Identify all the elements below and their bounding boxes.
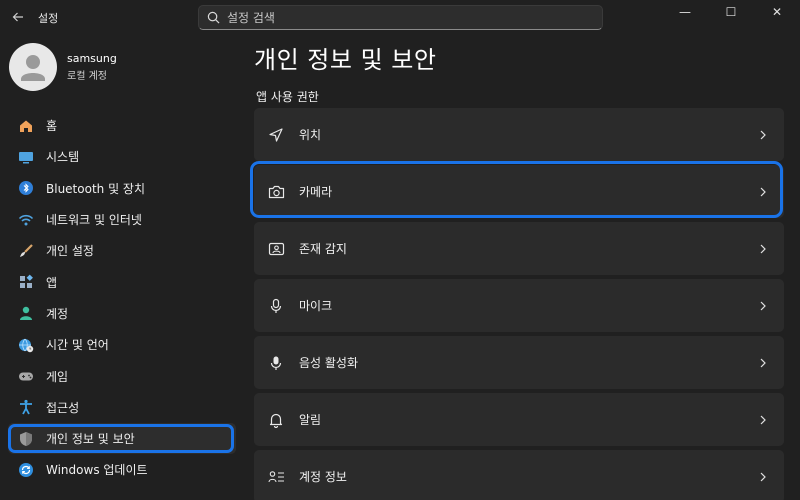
sync-icon <box>18 462 34 478</box>
app-title: 설정 <box>38 12 59 25</box>
row-label: 음성 활성화 <box>299 356 359 370</box>
presence-icon <box>267 240 285 258</box>
row-voice-activation[interactable]: 음성 활성화 <box>254 336 784 389</box>
row-account-info[interactable]: 계정 정보 <box>254 450 784 500</box>
sidebar-item-label: 시간 및 언어 <box>46 338 109 353</box>
sidebar-item-personalization[interactable]: 개인 설정 <box>8 235 236 266</box>
minimize-button[interactable]: — <box>662 0 708 24</box>
sidebar-item-accessibility[interactable]: 접근성 <box>8 392 236 423</box>
chevron-right-icon <box>758 244 768 254</box>
wifi-icon <box>18 212 34 228</box>
sidebar-item-label: 앱 <box>46 275 58 290</box>
close-button[interactable]: ✕ <box>754 0 800 24</box>
gamepad-icon <box>18 368 34 384</box>
row-microphone[interactable]: 마이크 <box>254 279 784 332</box>
sidebar-item-network[interactable]: 네트워크 및 인터넷 <box>8 204 236 235</box>
page-title: 개인 정보 및 보안 <box>254 46 437 74</box>
title-bar: 설정 — ☐ ✕ <box>0 0 800 34</box>
sidebar-item-label: 네트워크 및 인터넷 <box>46 213 142 228</box>
back-button[interactable] <box>8 7 28 27</box>
avatar <box>9 43 57 91</box>
account-info-icon <box>267 468 285 486</box>
brush-icon <box>18 243 34 259</box>
maximize-button[interactable]: ☐ <box>708 0 754 24</box>
person-avatar-icon <box>21 55 45 81</box>
chevron-right-icon <box>758 301 768 311</box>
person-icon <box>18 305 34 321</box>
sidebar-item-accounts[interactable]: 계정 <box>8 298 236 329</box>
chevron-right-icon <box>758 358 768 368</box>
home-icon <box>18 118 34 134</box>
sidebar-item-label: 홈 <box>46 119 58 134</box>
apps-icon <box>18 274 34 290</box>
camera-focus-highlight <box>250 161 783 218</box>
sidebar-item-label: 개인 설정 <box>46 244 94 259</box>
sidebar-item-label: 게임 <box>46 369 69 384</box>
chevron-right-icon <box>758 472 768 482</box>
globe-clock-icon <box>18 337 34 353</box>
microphone-icon <box>267 297 285 315</box>
user-profile[interactable]: samsung 로컬 계정 <box>9 43 117 91</box>
back-arrow-icon <box>12 12 23 22</box>
section-title: 앱 사용 권한 <box>256 90 319 104</box>
sidebar-item-time-language[interactable]: 시간 및 언어 <box>8 329 236 360</box>
sidebar-item-label: 시스템 <box>46 150 80 165</box>
row-label: 존재 감지 <box>299 242 347 256</box>
sidebar-item-label: 접근성 <box>46 400 80 415</box>
search-icon <box>207 11 220 24</box>
location-arrow-icon <box>267 126 285 144</box>
row-presence-sensing[interactable]: 존재 감지 <box>254 222 784 275</box>
row-label: 계정 정보 <box>299 470 347 484</box>
profile-name: samsung <box>67 52 117 65</box>
account-type: 로컬 계정 <box>67 71 107 82</box>
search-input[interactable] <box>227 10 587 25</box>
row-location[interactable]: 위치 <box>254 108 784 161</box>
sidebar-item-home[interactable]: 홈 <box>8 110 236 141</box>
row-label: 마이크 <box>299 299 333 313</box>
row-notifications[interactable]: 알림 <box>254 393 784 446</box>
bell-icon <box>267 411 285 429</box>
search-box[interactable] <box>198 5 603 30</box>
sidebar-item-label: Bluetooth 및 장치 <box>46 181 146 196</box>
voice-microphone-icon <box>267 354 285 372</box>
sidebar-item-windows-update[interactable]: Windows 업데이트 <box>8 454 236 485</box>
window-controls: — ☐ ✕ <box>662 0 800 24</box>
sidebar-item-bluetooth[interactable]: Bluetooth 및 장치 <box>8 173 236 204</box>
chevron-right-icon <box>758 415 768 425</box>
sidebar-item-gaming[interactable]: 게임 <box>8 360 236 391</box>
row-label: 알림 <box>299 413 322 427</box>
sidebar-focus-highlight <box>8 424 234 453</box>
chevron-right-icon <box>758 130 768 140</box>
row-label: 위치 <box>299 128 322 142</box>
sidebar-item-system[interactable]: 시스템 <box>8 141 236 172</box>
sidebar-item-label: 계정 <box>46 306 69 321</box>
accessibility-icon <box>18 399 34 415</box>
monitor-icon <box>18 149 34 165</box>
sidebar-item-label: Windows 업데이트 <box>46 463 148 478</box>
bluetooth-icon <box>18 180 34 196</box>
sidebar-item-apps[interactable]: 앱 <box>8 266 236 297</box>
